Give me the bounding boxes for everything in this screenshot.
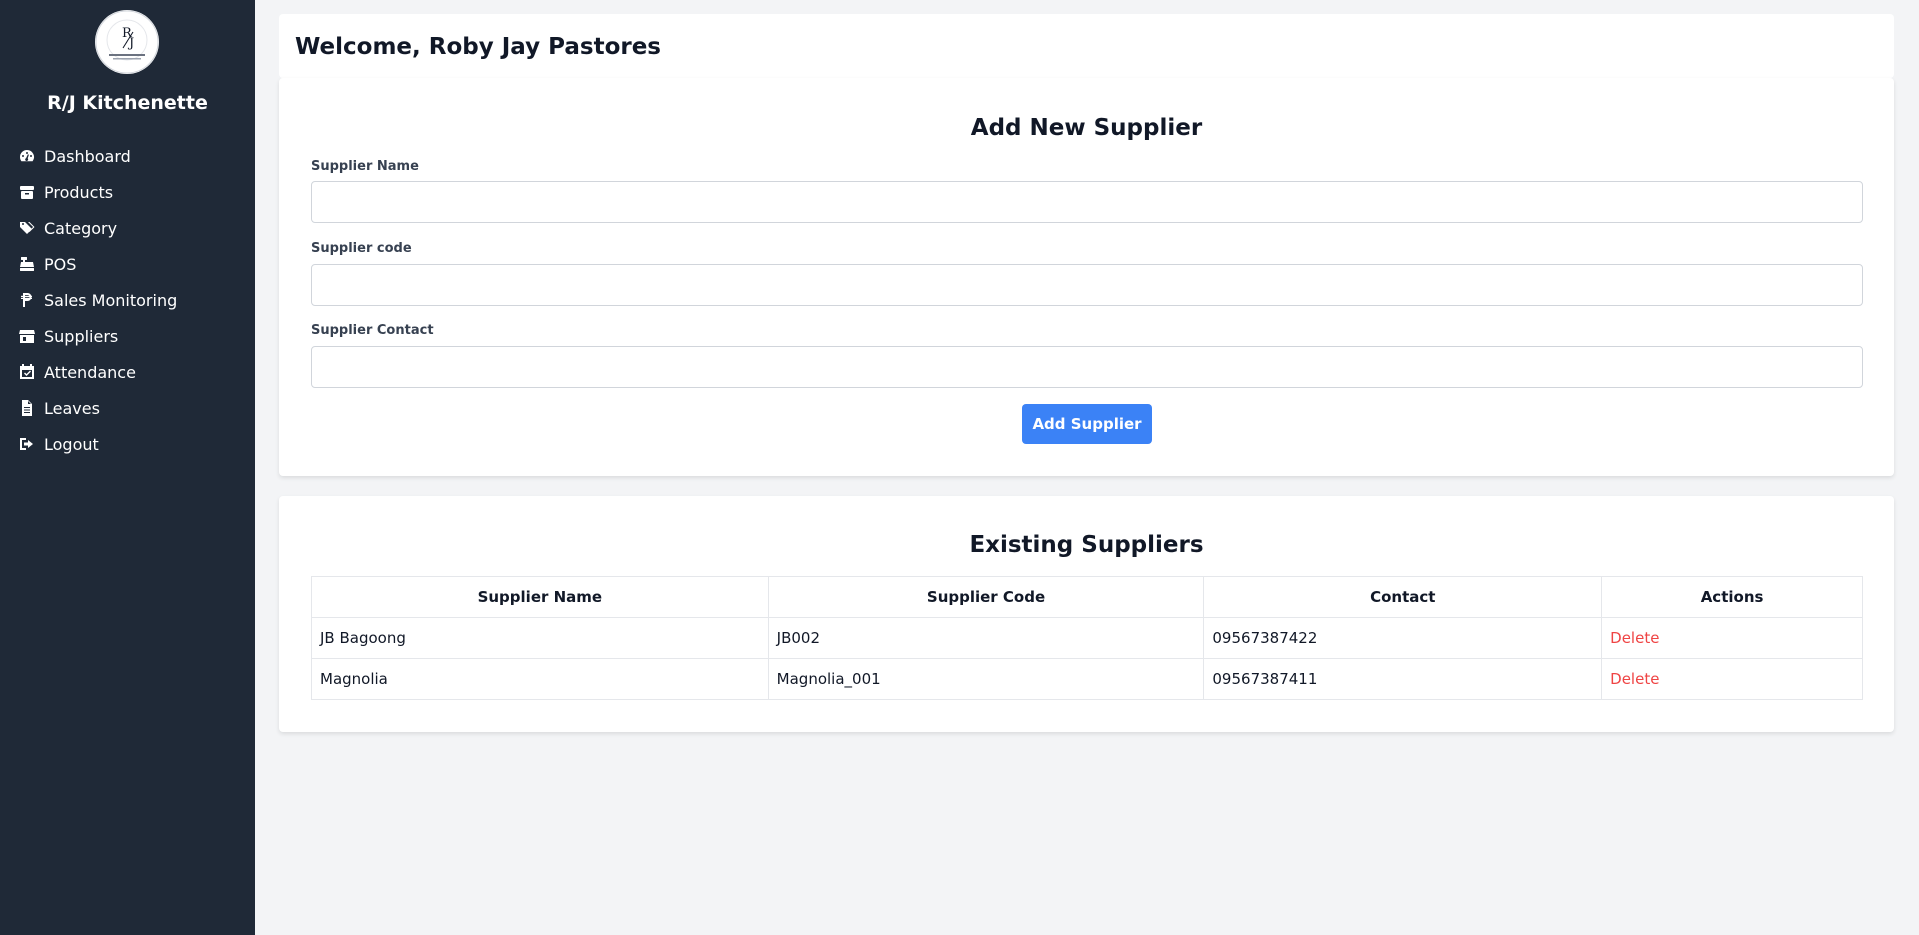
sidebar-item-label: Dashboard xyxy=(44,146,131,166)
sidebar-item-category[interactable]: Category xyxy=(18,210,248,246)
peso-icon xyxy=(18,292,36,308)
svg-text:J: J xyxy=(127,36,134,51)
sidebar-item-sales-monitoring[interactable]: Sales Monitoring xyxy=(18,282,248,318)
supplier-contact-label: Supplier Contact xyxy=(311,323,434,338)
welcome-title: Welcome, Roby Jay Pastores xyxy=(295,34,662,60)
add-supplier-form: Add New Supplier Supplier Name Supplier … xyxy=(279,78,1894,476)
supplier-code-input[interactable] xyxy=(311,264,1863,306)
calendar-check-icon xyxy=(18,364,36,380)
actions-cell: Delete xyxy=(1601,617,1863,659)
sidebar-item-leaves[interactable]: Leaves xyxy=(18,390,248,426)
sidebar-item-suppliers[interactable]: Suppliers xyxy=(18,318,248,354)
supplier-name-label: Supplier Name xyxy=(311,159,419,174)
suppliers-title: Existing Suppliers xyxy=(969,532,1204,558)
column-header-supplier-name: Supplier Name xyxy=(311,576,769,618)
brand-logo: R J xyxy=(95,10,159,74)
table-row: JB Bagoong JB002 09567387422 Delete xyxy=(311,617,1863,659)
sidebar: R J R/J Kitchenette Dashboard Products C… xyxy=(0,0,255,935)
suppliers-table: Supplier Name Supplier Code Contact Acti… xyxy=(311,576,1863,700)
sidebar-item-attendance[interactable]: Attendance xyxy=(18,354,248,390)
actions-cell: Delete xyxy=(1601,658,1863,700)
welcome-header: Welcome, Roby Jay Pastores xyxy=(279,14,1894,78)
supplier-name-cell: JB Bagoong xyxy=(311,617,769,659)
sidebar-item-label: Leaves xyxy=(44,398,100,418)
store-icon xyxy=(18,328,36,344)
sidebar-item-logout[interactable]: Logout xyxy=(18,426,248,462)
cash-register-icon xyxy=(18,256,36,272)
gauge-icon xyxy=(18,148,36,164)
column-header-supplier-code: Supplier Code xyxy=(767,576,1205,618)
sidebar-item-label: Products xyxy=(44,182,114,202)
supplier-code-cell: Magnolia_001 xyxy=(767,658,1205,700)
supplier-code-label: Supplier code xyxy=(311,241,412,256)
sidebar-item-pos[interactable]: POS xyxy=(18,246,248,282)
tags-icon xyxy=(18,220,36,236)
supplier-contact-cell: 09567387411 xyxy=(1203,658,1603,700)
sidebar-item-label: Attendance xyxy=(44,362,136,382)
sidebar-nav: Dashboard Products Category POS Sales Mo… xyxy=(18,138,248,462)
add-supplier-button[interactable]: Add Supplier xyxy=(1022,404,1152,444)
delete-supplier-link[interactable]: Delete xyxy=(1610,629,1659,647)
supplier-code-cell: JB002 xyxy=(767,617,1205,659)
supplier-contact-cell: 09567387422 xyxy=(1203,617,1603,659)
sidebar-item-label: Suppliers xyxy=(44,326,119,346)
sidebar-item-label: POS xyxy=(44,254,77,274)
existing-suppliers-panel: Existing Suppliers Supplier Name Supplie… xyxy=(279,496,1894,732)
table-row: Magnolia Magnolia_001 09567387411 Delete xyxy=(311,658,1863,700)
brand-name: R/J Kitchenette xyxy=(47,92,208,114)
form-title: Add New Supplier xyxy=(970,115,1203,141)
sidebar-item-products[interactable]: Products xyxy=(18,174,248,210)
sidebar-item-label: Category xyxy=(44,218,118,238)
sidebar-item-dashboard[interactable]: Dashboard xyxy=(18,138,248,174)
sidebar-item-label: Sales Monitoring xyxy=(44,290,178,310)
sign-out-icon xyxy=(18,436,36,452)
column-header-contact: Contact xyxy=(1203,576,1603,618)
delete-supplier-link[interactable]: Delete xyxy=(1610,670,1659,688)
table-header-row: Supplier Name Supplier Code Contact Acti… xyxy=(311,576,1863,618)
supplier-contact-input[interactable] xyxy=(311,346,1863,388)
supplier-name-input[interactable] xyxy=(311,181,1863,223)
sidebar-item-label: Logout xyxy=(44,434,99,454)
box-icon xyxy=(18,184,36,200)
file-icon xyxy=(18,400,36,416)
column-header-actions: Actions xyxy=(1601,576,1863,618)
supplier-name-cell: Magnolia xyxy=(311,658,769,700)
